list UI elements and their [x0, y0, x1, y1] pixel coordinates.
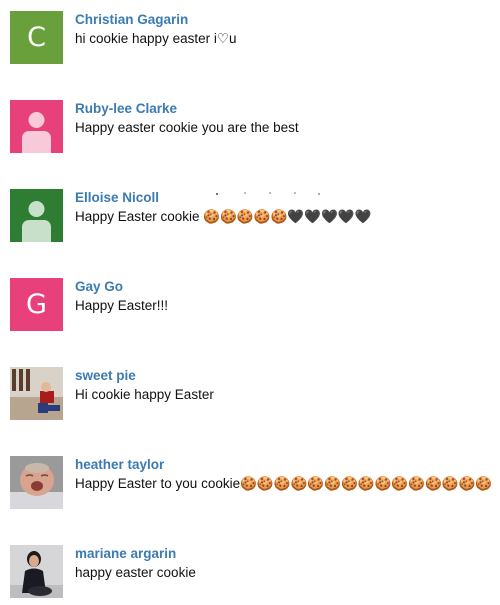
comment-item: mariane argarin happy easter cookie	[10, 545, 490, 599]
avatar[interactable]	[10, 456, 63, 509]
comment-item: G Gay Go Happy Easter!!!	[10, 278, 490, 332]
comment-author[interactable]: sweet pie	[75, 368, 136, 383]
avatar[interactable]	[10, 189, 63, 242]
comment-author[interactable]: mariane argarin	[75, 546, 176, 561]
comment-text: Happy Easter cookie 🍪🍪🍪🍪🍪🖤🖤🖤🖤🖤	[75, 209, 372, 224]
comment-text: Happy Easter!!!	[75, 298, 169, 313]
avatar-letter: C	[27, 22, 46, 53]
comment-item: C Christian Gagarin hi cookie happy east…	[10, 11, 490, 65]
woman-sitting-photo	[10, 545, 63, 598]
person-silhouette-icon	[22, 201, 51, 242]
comment-author[interactable]: Ruby-lee Clarke	[75, 101, 177, 116]
comment-author[interactable]: Gay Go	[75, 279, 123, 294]
comment-item: heather taylor Happy Easter to you cooki…	[10, 456, 493, 510]
stray-dots-decoration	[216, 192, 320, 195]
avatar-letter: G	[26, 289, 47, 320]
child-on-floor-photo	[10, 367, 63, 420]
avatar[interactable]: C	[10, 11, 63, 64]
person-silhouette-icon	[22, 112, 51, 153]
avatar[interactable]	[10, 367, 63, 420]
avatar[interactable]	[10, 545, 63, 598]
comment-author[interactable]: Elloise Nicoll	[75, 190, 159, 205]
comment-author[interactable]: Christian Gagarin	[75, 12, 188, 27]
comment-author[interactable]: heather taylor	[75, 457, 164, 472]
comment-text: Hi cookie happy Easter	[75, 387, 214, 402]
comment-text: Happy easter cookie you are the best	[75, 120, 299, 135]
avatar[interactable]: G	[10, 278, 63, 331]
comment-item: Ruby-lee Clarke Happy easter cookie you …	[10, 100, 490, 154]
comment-item: Elloise Nicoll Happy Easter cookie 🍪🍪🍪🍪🍪…	[10, 189, 490, 243]
comment-text: Happy Easter to you cookie🍪🍪🍪🍪🍪🍪🍪🍪🍪🍪🍪🍪🍪🍪…	[75, 476, 493, 491]
comment-text: hi cookie happy easter i♡u	[75, 31, 237, 46]
comment-item: sweet pie Hi cookie happy Easter	[10, 367, 490, 421]
avatar[interactable]	[10, 100, 63, 153]
comment-text: happy easter cookie	[75, 565, 196, 580]
crying-baby-photo	[10, 456, 63, 509]
